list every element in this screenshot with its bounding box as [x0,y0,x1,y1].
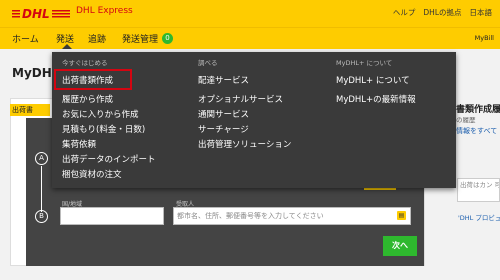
menu-item-customs-services[interactable]: 通関サービス [198,108,249,120]
top-links: ヘルプ DHLの拠点 日本語 [393,7,492,18]
svg-text:DHL: DHL [22,7,50,20]
address-book-icon[interactable]: ▤ [397,211,406,220]
nav-active-marker [62,44,72,49]
menu-item-about-mydhl[interactable]: MyDHL+ について [336,74,410,86]
notification-badge: 0 [162,33,173,44]
nav-manage[interactable]: 発送管理 [122,32,158,45]
step-connector [41,166,42,212]
highlight-box [54,69,132,90]
nav-mybill[interactable]: MyBill [475,34,494,42]
side-link[interactable]: 情報をすべて [456,126,497,136]
help-link[interactable]: ヘルプ [393,7,416,18]
menu-item-quote[interactable]: 見積もり(料金・日数) [62,123,145,135]
recipient-placeholder: 都市名、住所、郵便番号等を入力してください [177,212,324,220]
step-b-icon: B [35,210,48,223]
main-nav: ホーム 発送 追跡 発送管理 0 MyBill [0,27,500,49]
menu-heading-explore: 調べる [198,59,218,67]
recipient-input[interactable]: 都市名、住所、郵便番号等を入力してください [173,207,411,225]
panel-tab[interactable]: 出荷書 [10,104,50,116]
country-field[interactable] [60,207,164,225]
menu-item-surcharge[interactable]: サーチャージ [198,123,249,135]
product-name: DHL Express [76,6,133,16]
menu-heading-about: MyDHL+ について [336,59,393,67]
next-button[interactable]: 次へ [383,236,417,256]
nav-track[interactable]: 追跡 [88,32,106,45]
menu-item-from-history[interactable]: 履歴から作成 [62,93,113,105]
menu-item-order-supplies[interactable]: 梱包資材の注文 [62,168,122,180]
dhl-logo[interactable]: DHL [12,7,70,20]
side-subtitle: の履歴 [456,116,476,124]
menu-item-optional-services[interactable]: オプショナルサービス [198,93,283,105]
side-link-proview[interactable]: 'DHL プロビュー' [458,212,500,222]
step-a-icon: A [35,152,48,165]
menu-item-delivery-services[interactable]: 配達サービス [198,74,249,86]
menu-item-shipping-solutions[interactable]: 出荷管理ソリューション [198,138,291,150]
nav-home[interactable]: ホーム [12,32,39,45]
locations-link[interactable]: DHLの拠点 [423,7,461,18]
top-bar: DHL DHL Express ヘルプ DHLの拠点 日本語 [0,0,500,27]
menu-item-import[interactable]: 出荷データのインポート [62,153,156,165]
language-link[interactable]: 日本語 [470,7,493,18]
menu-item-whats-new[interactable]: MyDHL+の最新情報 [336,93,416,105]
menu-item-from-favorites[interactable]: お気に入りから作成 [62,108,139,120]
menu-item-pickup[interactable]: 集荷依頼 [62,138,96,150]
menu-heading-start: 今すぐはじめる [62,59,108,67]
side-note: 出荷はカン 可能にする 送信 [457,178,500,202]
